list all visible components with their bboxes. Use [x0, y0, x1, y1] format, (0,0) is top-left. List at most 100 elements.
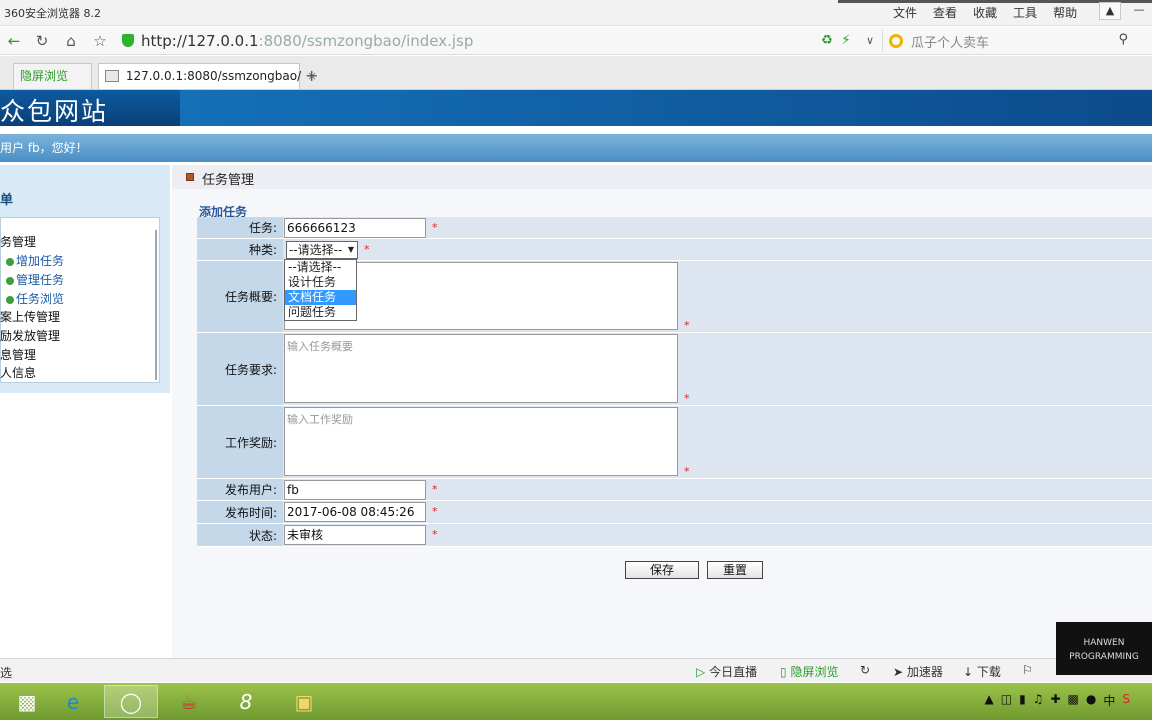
tray-qq-icon[interactable]: ●	[1086, 692, 1096, 709]
menu-help[interactable]: 帮助	[1053, 4, 1077, 21]
menu-tools[interactable]: 工具	[1013, 4, 1037, 21]
category-option[interactable]: --请选择--	[285, 260, 356, 275]
menu-file[interactable]: 文件	[893, 4, 917, 21]
tray-360-icon[interactable]: ✚	[1050, 692, 1060, 709]
publisher-input[interactable]: fb	[284, 480, 426, 500]
sidebar-scrollbar[interactable]	[155, 230, 157, 380]
requirement-label: 任务要求:	[197, 333, 283, 405]
tab-incognito-label: 隐屏浏览	[20, 69, 69, 83]
taskbar: ▩ e ◯ ☕ 8 ▣ ▲ ◫ ▮ ♫ ✚ ▩ ● 中 S	[0, 683, 1152, 720]
watermark-text: HANWEN PROGRAMMING	[1069, 638, 1139, 662]
sidebar-title: 单	[0, 193, 14, 208]
sidebar-item-label: 管理任务	[16, 273, 65, 287]
reward-textarea[interactable]: 输入工作奖励	[284, 407, 678, 476]
refresh-icon[interactable]: ↻	[32, 31, 52, 51]
sidebar-item-upload[interactable]: 案上传管理	[0, 308, 60, 325]
tray-device-icon[interactable]: ▮	[1019, 692, 1026, 709]
ie-icon[interactable]: e	[46, 685, 100, 718]
download-button[interactable]: ↓ 下载	[963, 663, 1001, 680]
shirt-skin-icon[interactable]: ▲	[1099, 2, 1121, 20]
tray-ime-icon[interactable]: 中	[1103, 692, 1115, 709]
lightning-icon[interactable]: ⚡	[836, 31, 856, 51]
category-option[interactable]: 设计任务	[285, 275, 356, 290]
sync-icon[interactable]: ↻	[860, 663, 870, 677]
sidebar-item-reward[interactable]: 励发放管理	[0, 327, 60, 344]
incognito-label: 隐屏浏览	[790, 665, 839, 679]
status-text: 选	[0, 666, 13, 680]
sidebar-item-task-management[interactable]: 务管理	[0, 233, 36, 250]
status-input[interactable]: 未审核	[284, 525, 426, 545]
browser-menu: 文件 查看 收藏 工具 帮助	[893, 4, 1093, 21]
tray-up-icon[interactable]: ▲	[985, 692, 994, 709]
category-select-value: --请选择--	[289, 243, 343, 257]
menu-view[interactable]: 查看	[933, 4, 957, 21]
tray-signal-icon[interactable]: ▩	[1068, 692, 1079, 709]
tab-current[interactable]: 127.0.0.1:8080/ssmzongbao/ ×	[98, 63, 317, 89]
row-reward: 工作奖励: 输入工作奖励 *	[197, 406, 1152, 479]
task-label: 任务:	[197, 217, 283, 238]
tray-network-icon[interactable]: ◫	[1001, 692, 1012, 709]
home-icon[interactable]: ⌂	[61, 31, 81, 51]
play-icon: ▷	[696, 665, 706, 679]
tray-sogou-icon[interactable]: S	[1122, 692, 1130, 709]
site-header: 众包网站	[0, 90, 1152, 126]
eclipse-icon[interactable]: 8	[219, 685, 273, 718]
new-tab-button[interactable]: +	[305, 66, 318, 85]
requirement-textarea[interactable]: 输入任务概要	[284, 334, 678, 403]
chevron-down-icon[interactable]: ∨	[860, 31, 880, 51]
header-accent	[180, 90, 1152, 126]
summary-label: 任务概要:	[197, 261, 283, 332]
category-option-highlighted[interactable]: 文档任务	[285, 290, 356, 305]
category-option[interactable]: 问题任务	[285, 305, 356, 320]
sidebar-item-label: 增加任务	[16, 254, 65, 268]
reset-button[interactable]: 重置	[707, 561, 763, 579]
sidebar-item-manage-task[interactable]: 管理任务	[0, 271, 64, 288]
category-dropdown-list: --请选择-- 设计任务 文档任务 问题任务	[284, 259, 357, 321]
minimize-icon[interactable]: —	[1128, 2, 1150, 20]
menu-favorites[interactable]: 收藏	[973, 4, 997, 21]
java-icon[interactable]: ☕	[162, 685, 216, 718]
category-select[interactable]: --请选择-- ▼	[286, 241, 358, 259]
tray-volume-icon[interactable]: ♫	[1033, 692, 1044, 709]
required-mark: *	[684, 465, 690, 478]
url-input[interactable]: http://127.0.0.1:8080/ssmzongbao/index.j…	[120, 30, 860, 52]
required-mark: *	[684, 319, 690, 332]
flag-icon[interactable]: ⚐	[1022, 663, 1033, 677]
star-icon[interactable]: ☆	[90, 31, 110, 51]
sidebar-item-profile[interactable]: 人信息	[0, 364, 36, 381]
status-label: 状态:	[197, 524, 283, 546]
save-button[interactable]: 保存	[625, 561, 699, 579]
folder-icon[interactable]: ▣	[277, 685, 331, 718]
required-mark: *	[364, 243, 370, 256]
live-button[interactable]: ▷ 今日直播	[696, 663, 757, 680]
channel-watermark: HANWEN PROGRAMMING	[1056, 622, 1152, 675]
sidebar-item-add-task[interactable]: 增加任务	[0, 252, 64, 269]
search-input[interactable]: 瓜子个人卖车 ⚲	[882, 30, 1134, 52]
search-placeholder: 瓜子个人卖车	[911, 36, 990, 51]
browser-360-icon[interactable]: ◯	[104, 685, 158, 718]
sidebar: 单 务管理 增加任务 管理任务 任务浏览 案上传管理 励发放管理 息管理 人信息	[0, 165, 170, 393]
live-label: 今日直播	[709, 665, 758, 679]
download-icon: ↓	[963, 665, 974, 679]
sidebar-item-info[interactable]: 息管理	[0, 346, 36, 363]
rocket-icon: ➤	[893, 665, 904, 679]
main-content: 任务管理 添加任务 任务: 666666123 * 种类: --请选择-- ▼ …	[172, 165, 1152, 660]
browser-title-bar: 360安全浏览器 8.2 文件 查看 收藏 工具 帮助 ▲ —	[0, 0, 1152, 26]
search-engine-icon	[889, 34, 903, 48]
publish-time-input[interactable]: 2017-06-08 08:45:26	[284, 502, 426, 522]
row-publisher: 发布用户: fb *	[197, 479, 1152, 501]
task-input[interactable]: 666666123	[284, 218, 426, 238]
dropdown-arrow-icon: ▼	[347, 245, 354, 254]
required-mark: *	[432, 221, 438, 234]
welcome-bar: 用户 fb，您好！	[0, 134, 1152, 162]
tab-current-label: 127.0.0.1:8080/ssmzongbao/	[125, 69, 302, 83]
row-status: 状态: 未审核 *	[197, 524, 1152, 547]
sidebar-item-browse-task[interactable]: 任务浏览	[0, 290, 64, 307]
recycle-icon[interactable]: ♻	[817, 31, 837, 51]
section-heading: 任务管理	[172, 165, 1152, 189]
tab-incognito[interactable]: 隐屏浏览	[13, 63, 92, 89]
back-icon[interactable]: ←	[4, 31, 24, 51]
accelerator-button[interactable]: ➤ 加速器	[893, 663, 943, 680]
incognito-button[interactable]: ▯ 隐屏浏览	[780, 663, 838, 680]
search-icon[interactable]: ⚲	[1118, 32, 1128, 47]
